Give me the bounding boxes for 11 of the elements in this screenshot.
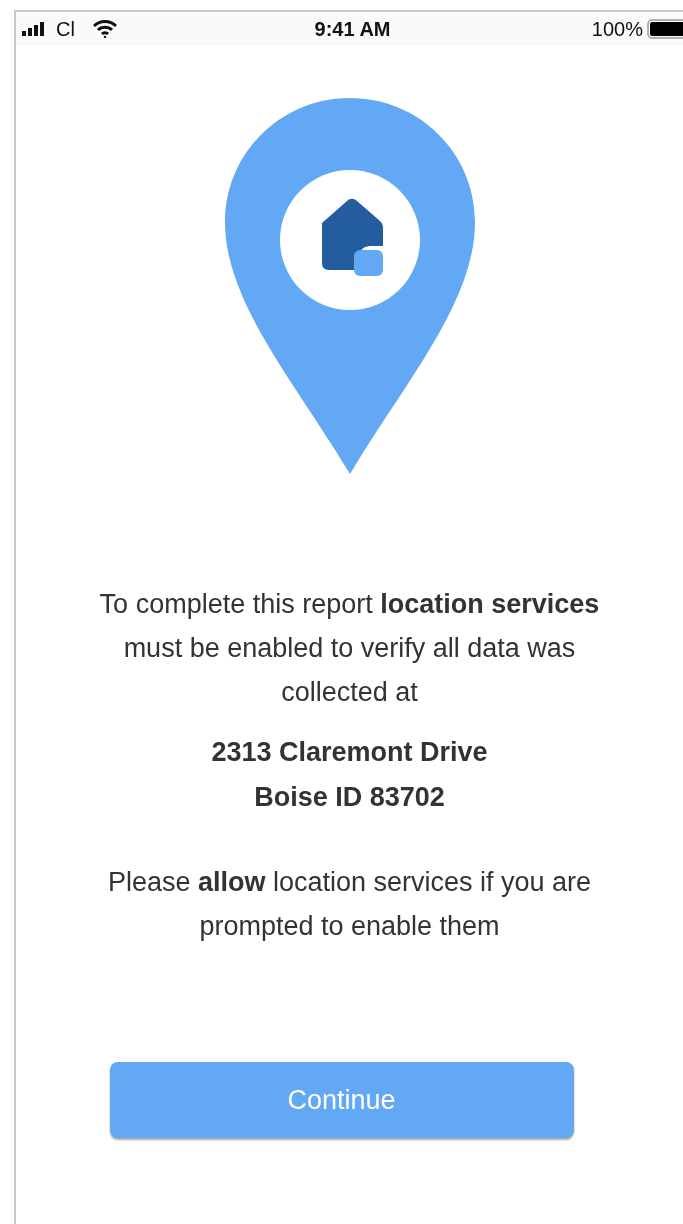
continue-button[interactable]: Continue [109, 1062, 574, 1138]
carrier-name: Cl [56, 17, 75, 41]
address-line: 2313 Claremont Drive [211, 736, 488, 769]
wifi-icon [92, 20, 117, 38]
status-time: 9:41 AM [314, 17, 391, 41]
location-pin-icon [224, 98, 475, 474]
battery-percent: 100% [591, 17, 643, 41]
location-message: To complete this report location services must be enabled to verify all data was collected at [98, 588, 601, 709]
address-line: Boise ID 83702 [254, 781, 445, 814]
battery-icon [647, 19, 683, 39]
permission-note: Please allow location services if you are prompted to enable them [106, 866, 593, 943]
